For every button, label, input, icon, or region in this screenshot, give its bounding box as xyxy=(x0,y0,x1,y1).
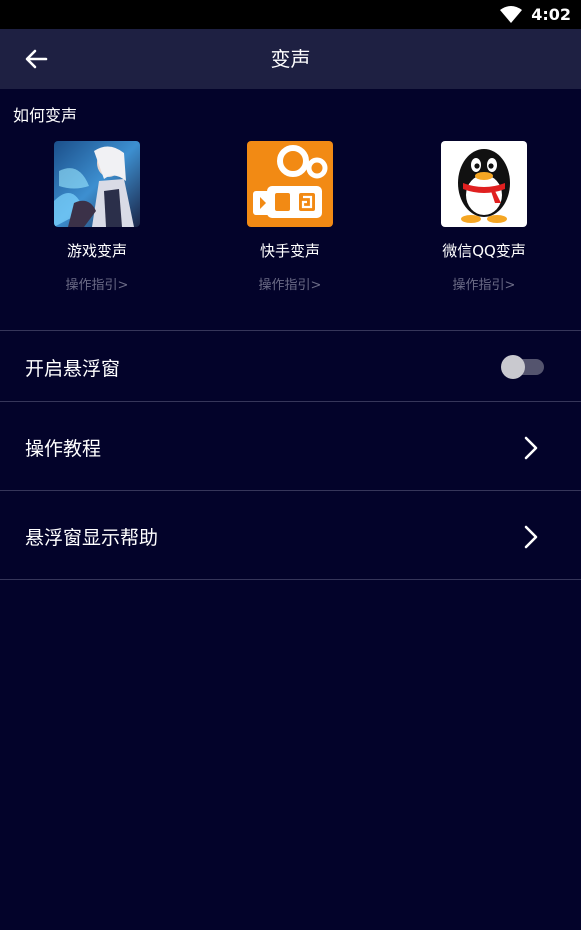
divider xyxy=(0,579,581,580)
app-item-qq[interactable]: 微信QQ变声 操作指引> xyxy=(394,141,574,293)
tutorial-row[interactable]: 操作教程 xyxy=(0,401,581,490)
app-name: 快手变声 xyxy=(259,242,320,260)
status-bar: 4:02 xyxy=(0,0,581,29)
floating-window-toggle[interactable] xyxy=(501,355,544,379)
guide-link[interactable]: 操作指引> xyxy=(66,274,129,293)
wifi-icon xyxy=(500,5,523,23)
page-title: 变声 xyxy=(270,47,311,71)
chevron-right-icon xyxy=(524,525,538,549)
chevron-right-icon xyxy=(524,436,538,460)
floating-window-row[interactable]: 开启悬浮窗 xyxy=(0,330,581,401)
guide-link[interactable]: 操作指引> xyxy=(453,274,516,293)
app-item-game[interactable]: 游戏变声 操作指引> xyxy=(7,141,187,293)
toggle-knob xyxy=(501,355,525,379)
float-help-label: 悬浮窗显示帮助 xyxy=(25,527,159,549)
floating-window-label: 开启悬浮窗 xyxy=(25,358,121,380)
game-hero-icon[interactable] xyxy=(54,141,140,227)
float-help-row[interactable]: 悬浮窗显示帮助 xyxy=(0,490,581,579)
app-grid: 游戏变声 操作指引> 快手变声 操作指引> 微信QQ变声 操作指引> xyxy=(0,141,581,301)
qq-penguin-icon[interactable] xyxy=(441,141,527,227)
app-name: 微信QQ变声 xyxy=(442,242,526,260)
guide-link[interactable]: 操作指引> xyxy=(259,274,322,293)
app-name: 游戏变声 xyxy=(66,242,127,260)
kuaishou-icon[interactable] xyxy=(247,141,333,227)
tutorial-label: 操作教程 xyxy=(25,438,102,460)
app-bar: 变声 xyxy=(0,29,581,89)
status-time: 4:02 xyxy=(531,5,571,24)
section-label: 如何变声 xyxy=(13,106,78,125)
app-item-kuaishou[interactable]: 快手变声 操作指引> xyxy=(200,141,380,293)
